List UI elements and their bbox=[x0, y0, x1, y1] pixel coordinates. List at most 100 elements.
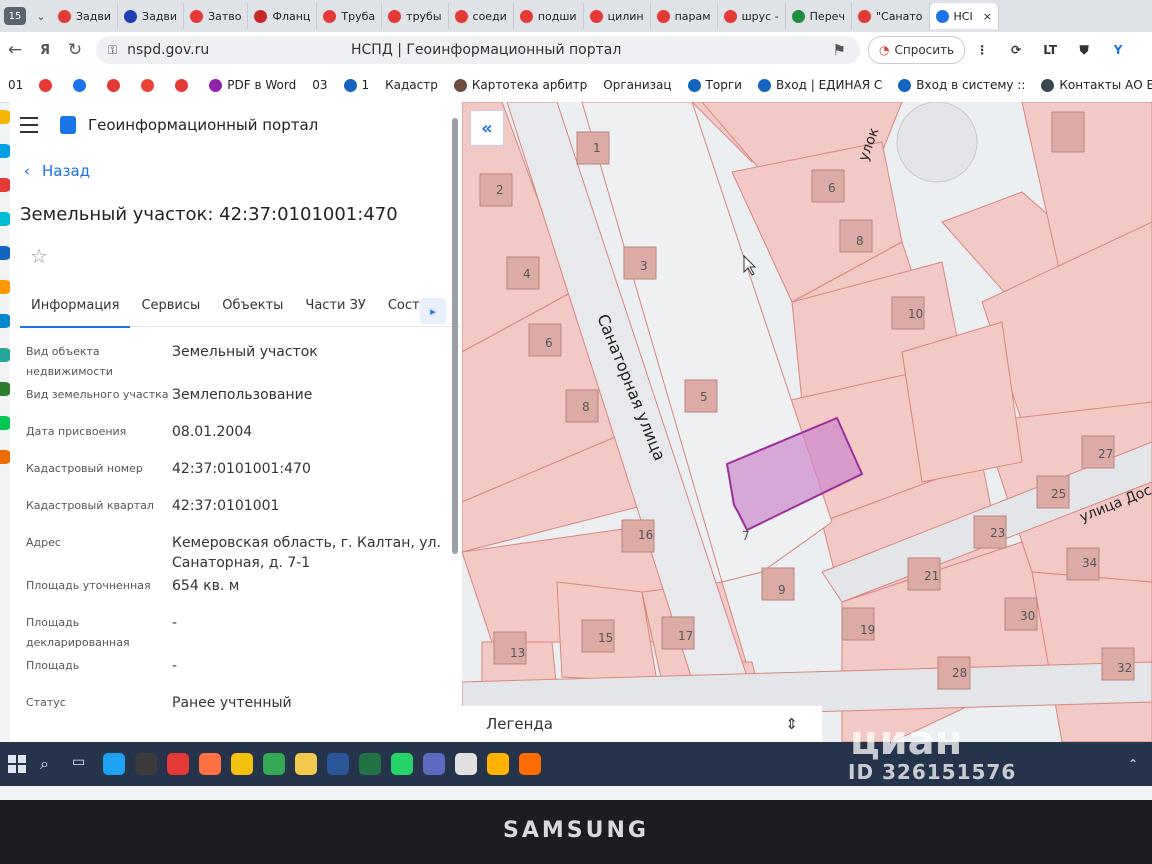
bookmark-item[interactable]: Контакты АО ЕЭ bbox=[1033, 78, 1152, 92]
tab-label: Переч bbox=[809, 9, 845, 23]
tab-favicon-icon bbox=[857, 9, 871, 23]
legend-toggle-icon[interactable]: ⇕ bbox=[785, 715, 798, 733]
bookmark-item[interactable]: Вход | ЕДИНАЯ С bbox=[750, 78, 890, 92]
search-icon[interactable]: ⌕ bbox=[40, 754, 60, 774]
favorite-star-icon[interactable]: ☆ bbox=[30, 244, 48, 268]
start-menu-icon[interactable] bbox=[8, 755, 26, 773]
taskbar-app-icon[interactable] bbox=[231, 753, 253, 775]
reload-icon[interactable]: ↻ bbox=[60, 35, 90, 65]
bookmark-item[interactable]: Организац bbox=[595, 78, 679, 92]
tab-favicon-icon bbox=[454, 9, 468, 23]
bookmark-item[interactable]: PDF в Word bbox=[201, 78, 304, 92]
tab-label: подши bbox=[537, 9, 577, 23]
tab-favicon-icon bbox=[124, 9, 138, 23]
bookmark-item[interactable] bbox=[65, 78, 99, 92]
yandex-icon[interactable]: Я bbox=[30, 35, 60, 65]
bookmark-item[interactable] bbox=[167, 78, 201, 92]
bookmark-item[interactable]: Картотека арбитр bbox=[446, 78, 595, 92]
back-link[interactable]: ‹ Назад bbox=[24, 162, 90, 180]
browser-tab[interactable]: "Санато bbox=[852, 3, 930, 29]
browser-tab[interactable]: Задви bbox=[118, 3, 185, 29]
bookmark-item[interactable]: Торги bbox=[680, 78, 750, 92]
bookmark-label: 1 bbox=[361, 78, 370, 92]
attribute-row: Площадь - bbox=[26, 656, 446, 690]
taskbar-app-icon[interactable] bbox=[199, 753, 221, 775]
task-view-icon[interactable]: ▭ bbox=[72, 754, 92, 774]
parcel-number-label: 19 bbox=[860, 623, 875, 637]
bookmark-item[interactable]: 1 bbox=[336, 78, 378, 92]
browser-tab[interactable]: Труба bbox=[317, 3, 383, 29]
legend-bar[interactable]: Легенда ⇕ bbox=[462, 706, 822, 742]
bookmark-label: Картотека арбитр bbox=[471, 78, 588, 92]
lt-extension-icon[interactable]: LT bbox=[1033, 35, 1067, 65]
tab-label: Задви bbox=[76, 9, 112, 23]
browser-tab[interactable]: Фланц bbox=[248, 3, 318, 29]
bookmark-favicon-icon bbox=[209, 78, 223, 92]
parcel-number-label: 32 bbox=[1117, 661, 1132, 675]
attribute-label: Вид объекта недвижимости bbox=[26, 345, 113, 378]
more-menu-icon[interactable]: ⋮ bbox=[965, 35, 999, 65]
bookmark-favicon-icon bbox=[453, 78, 467, 92]
back-label: Назад bbox=[42, 162, 91, 180]
taskbar-app-icon[interactable] bbox=[103, 753, 125, 775]
collapse-panel-button[interactable]: « bbox=[470, 110, 504, 146]
browser-tab[interactable]: шрус - bbox=[718, 3, 786, 29]
taskbar-app-icon[interactable] bbox=[359, 753, 381, 775]
browser-tab[interactable]: НСІ × bbox=[929, 3, 999, 29]
panel-tab[interactable]: Объекты bbox=[211, 292, 294, 326]
taskbar-app-icon[interactable] bbox=[263, 753, 285, 775]
tab-count-badge[interactable]: 15 bbox=[4, 7, 26, 25]
browser-tab[interactable]: подши bbox=[514, 3, 584, 29]
bookmark-label: Торги bbox=[705, 78, 742, 92]
panel-tab[interactable]: Сервисы bbox=[130, 292, 211, 326]
cadastral-map[interactable]: 1 2 3 4 5 6 7 8 6 8 10 13 15 16 17 9 19 21 23 25 27 28 30 32 34 … bbox=[462, 102, 1152, 742]
taskbar-app-icon[interactable] bbox=[487, 753, 509, 775]
yandex-extension-icon[interactable]: Y bbox=[1101, 35, 1135, 65]
hamburger-menu-icon[interactable] bbox=[20, 117, 38, 133]
taskbar-app-icon[interactable] bbox=[135, 753, 157, 775]
close-tab-icon[interactable]: × bbox=[983, 10, 992, 23]
lock-icon: ⚿ bbox=[108, 42, 118, 57]
bookmark-icon[interactable]: ⚑ bbox=[833, 41, 846, 59]
bookmark-item[interactable]: Кадастр bbox=[377, 78, 446, 92]
bookmark-item[interactable]: 03 bbox=[304, 78, 335, 92]
bookmark-item[interactable] bbox=[99, 78, 133, 92]
tab-label: парам bbox=[674, 9, 711, 23]
browser-tab[interactable]: Затво bbox=[184, 3, 249, 29]
taskbar-app-icon[interactable] bbox=[167, 753, 189, 775]
map-canvas[interactable]: 123456786810131516179192123252728303234 … bbox=[462, 102, 1152, 742]
browser-tab[interactable]: Задви bbox=[52, 3, 119, 29]
tab-bar: 15 ⌄ Задви Задви Затво Фланц Труба трубы соеди… bbox=[0, 0, 1152, 32]
taskbar-app-icon[interactable] bbox=[519, 753, 541, 775]
back-arrow-icon[interactable]: ← bbox=[0, 35, 30, 65]
attribute-row: Адрес Кемеровская область, г. Калтан, ул.… bbox=[26, 533, 446, 573]
bookmark-item[interactable]: Вход в систему :: bbox=[890, 78, 1033, 92]
browser-tab[interactable]: парам bbox=[651, 3, 718, 29]
taskbar-app-icon[interactable] bbox=[423, 753, 445, 775]
address-row: ← Я ↻ ⚿ nspd.gov.ru НСПД | Геоинформацио… bbox=[0, 32, 1152, 68]
parcel-number-label: 8 bbox=[856, 234, 864, 248]
panel-scrollbar[interactable] bbox=[452, 118, 458, 554]
bookmark-item[interactable] bbox=[31, 78, 65, 92]
sync-icon[interactable]: ⟳ bbox=[999, 35, 1033, 65]
panel-tab[interactable]: Части ЗУ bbox=[294, 292, 376, 326]
taskbar-app-icon[interactable] bbox=[455, 753, 477, 775]
browser-tab[interactable]: Переч bbox=[786, 3, 852, 29]
tray-chevron-icon[interactable]: ⌃ bbox=[1128, 757, 1138, 771]
taskbar-app-icon[interactable] bbox=[391, 753, 413, 775]
shield-icon[interactable]: ⛊ bbox=[1067, 35, 1101, 65]
bookmark-item[interactable]: 01 bbox=[0, 78, 31, 92]
bookmark-item[interactable] bbox=[133, 78, 167, 92]
browser-tab[interactable]: соеди bbox=[449, 3, 514, 29]
ask-button[interactable]: ◔ Спросить bbox=[868, 36, 966, 64]
browser-tab[interactable]: цилин bbox=[584, 3, 651, 29]
taskbar-app-icon[interactable] bbox=[327, 753, 349, 775]
taskbar-app-icon[interactable] bbox=[295, 753, 317, 775]
browser-tab[interactable]: трубы bbox=[382, 3, 449, 29]
parcel-number-label: 16 bbox=[638, 528, 653, 542]
panel-tab[interactable]: Информация bbox=[20, 292, 131, 328]
attribute-label: Адрес bbox=[26, 536, 61, 549]
tabs-scroll-right-icon[interactable]: ▸ bbox=[420, 298, 446, 324]
address-bar[interactable]: ⚿ nspd.gov.ru НСПД | Геоинформационный п… bbox=[96, 36, 860, 64]
tab-menu-chevron-icon[interactable]: ⌄ bbox=[30, 6, 52, 26]
